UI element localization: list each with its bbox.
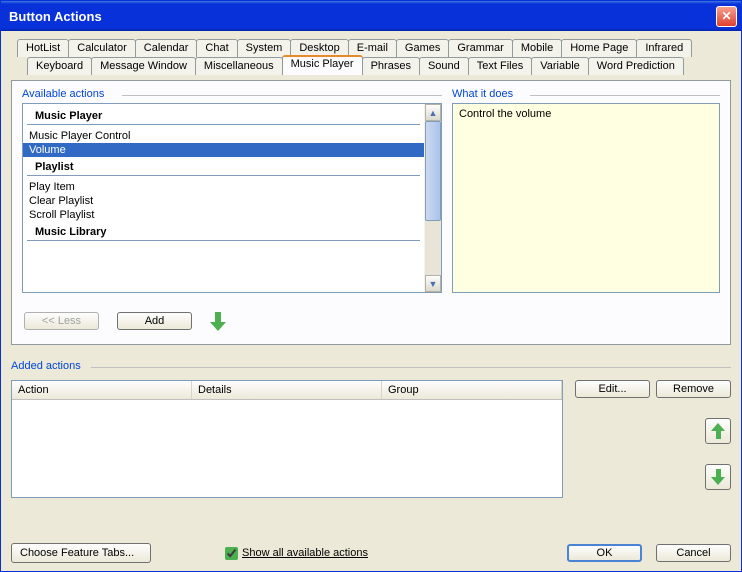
scrollbar[interactable]: ▲ ▼ <box>424 104 441 292</box>
close-icon[interactable]: ✕ <box>716 6 737 27</box>
action-item[interactable]: Scroll Playlist <box>23 208 424 222</box>
action-group-header: Playlist <box>27 157 420 176</box>
tab-games[interactable]: Games <box>396 39 449 57</box>
tab-mobile[interactable]: Mobile <box>512 39 562 57</box>
action-group-header: Music Player <box>27 106 420 125</box>
checkbox-input[interactable] <box>225 547 238 560</box>
scroll-down-icon[interactable]: ▼ <box>425 275 441 292</box>
scroll-thumb[interactable] <box>425 121 441 221</box>
table-header: Action Details Group <box>12 381 562 400</box>
tab-panel: Available actions Music Player Music Play… <box>11 80 731 345</box>
available-actions-list[interactable]: Music PlayerMusic Player ControlVolumePl… <box>22 103 442 293</box>
remove-button[interactable]: Remove <box>656 380 731 398</box>
tab-keyboard[interactable]: Keyboard <box>27 57 92 75</box>
tab-variable[interactable]: Variable <box>531 57 589 75</box>
choose-tabs-button[interactable]: Choose Feature Tabs... <box>11 543 151 563</box>
tab-text-files[interactable]: Text Files <box>468 57 532 75</box>
tab-hotlist[interactable]: HotList <box>17 39 69 57</box>
show-all-checkbox[interactable]: Show all available actions <box>225 547 368 560</box>
tab-home-page[interactable]: Home Page <box>561 39 637 57</box>
action-item[interactable]: Volume <box>23 143 424 157</box>
description-label: What it does <box>452 88 513 100</box>
move-down-button[interactable] <box>705 464 731 490</box>
tab-calculator[interactable]: Calculator <box>68 39 136 57</box>
available-actions-label: Available actions <box>22 88 104 100</box>
tab-word-prediction[interactable]: Word Prediction <box>588 57 684 75</box>
tab-calendar[interactable]: Calendar <box>135 39 198 57</box>
tab-phrases[interactable]: Phrases <box>362 57 420 75</box>
window-title: Button Actions <box>9 9 102 24</box>
tab-grammar[interactable]: Grammar <box>448 39 512 57</box>
added-actions-group: Added actions Action Details Group Edit.… <box>11 360 731 533</box>
tab-chat[interactable]: Chat <box>196 39 237 57</box>
less-button: << Less <box>24 312 99 330</box>
col-action[interactable]: Action <box>12 381 192 399</box>
col-group[interactable]: Group <box>382 381 562 399</box>
checkbox-label[interactable]: Show all available actions <box>242 547 368 559</box>
arrow-down-icon <box>711 469 725 485</box>
added-actions-table[interactable]: Action Details Group <box>11 380 563 498</box>
tab-sound[interactable]: Sound <box>419 57 469 75</box>
action-item[interactable]: Play Item <box>23 180 424 194</box>
titlebar[interactable]: Button Actions ✕ <box>1 1 741 31</box>
tab-message-window[interactable]: Message Window <box>91 57 196 75</box>
bottom-bar: Choose Feature Tabs... Show all availabl… <box>11 543 731 563</box>
edit-button[interactable]: Edit... <box>575 380 650 398</box>
action-group-header: Music Library <box>27 222 420 241</box>
content-area: HotListCalculatorCalendarChatSystemDeskt… <box>1 31 741 571</box>
added-actions-label: Added actions <box>11 360 731 372</box>
arrow-up-icon <box>711 423 725 439</box>
dialog-window: Button Actions ✕ HotListCalculatorCalend… <box>0 0 742 572</box>
tab-infrared[interactable]: Infrared <box>636 39 692 57</box>
action-item[interactable]: Music Player Control <box>23 129 424 143</box>
ok-button[interactable]: OK <box>567 544 642 562</box>
cancel-button[interactable]: Cancel <box>656 544 731 562</box>
tab-music-player[interactable]: Music Player <box>282 55 363 75</box>
add-arrow-icon <box>210 311 226 331</box>
move-up-button[interactable] <box>705 418 731 444</box>
action-item[interactable]: Clear Playlist <box>23 194 424 208</box>
tab-miscellaneous[interactable]: Miscellaneous <box>195 57 283 75</box>
description-text: Control the volume <box>452 103 720 293</box>
col-details[interactable]: Details <box>192 381 382 399</box>
tab-strip: HotListCalculatorCalendarChatSystemDeskt… <box>11 39 731 79</box>
description-group: What it does Control the volume <box>452 91 720 301</box>
available-actions-group: Available actions Music Player Music Play… <box>22 91 442 301</box>
add-button[interactable]: Add <box>117 312 192 330</box>
scroll-up-icon[interactable]: ▲ <box>425 104 441 121</box>
